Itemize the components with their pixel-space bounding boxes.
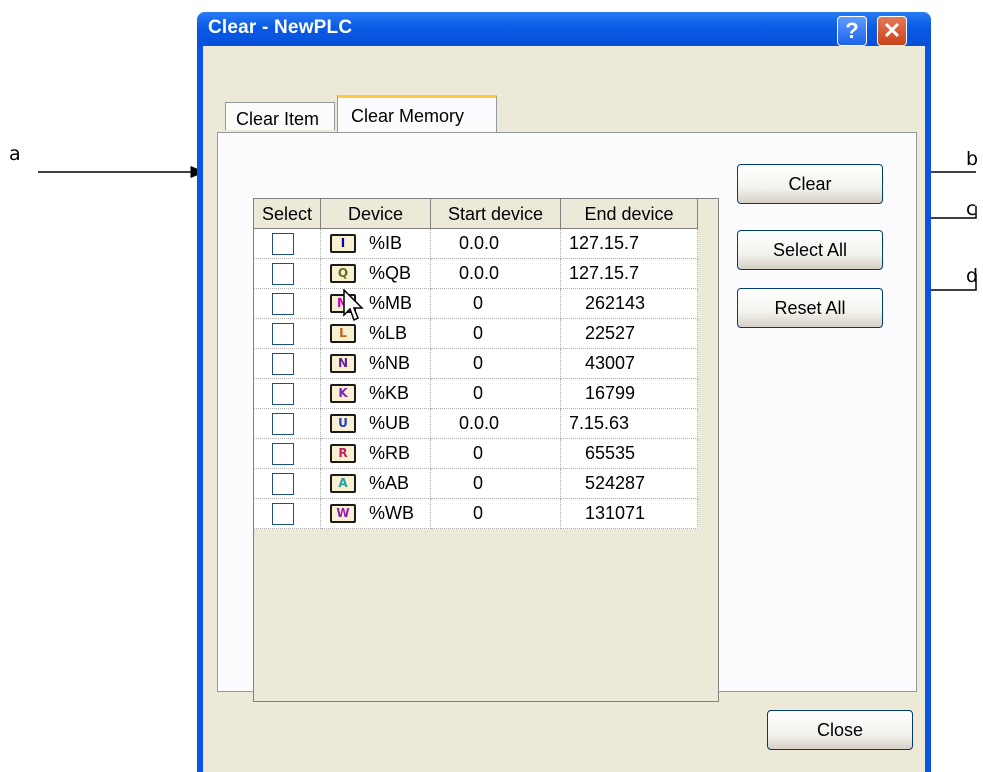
select-cell	[254, 229, 321, 259]
select-checkbox[interactable]	[272, 503, 294, 525]
device-icon: I	[330, 234, 356, 253]
select-checkbox[interactable]	[272, 413, 294, 435]
table-row[interactable]: M %MB 0 262143	[254, 289, 698, 319]
end-device-cell: 131071	[561, 499, 698, 529]
start-device-cell: 0.0.0	[431, 409, 561, 439]
table-row[interactable]: A %AB 0 524287	[254, 469, 698, 499]
device-cell: M %MB	[321, 289, 431, 319]
select-checkbox[interactable]	[272, 293, 294, 315]
start-device-cell: 0	[431, 469, 561, 499]
select-cell	[254, 379, 321, 409]
device-name: %IB	[369, 233, 403, 253]
mouse-cursor-icon	[343, 289, 364, 322]
device-cell: K %KB	[321, 379, 431, 409]
select-checkbox[interactable]	[272, 353, 294, 375]
device-icon: A	[330, 474, 356, 493]
end-device-cell: 43007	[561, 349, 698, 379]
column-header-start-device[interactable]: Start device	[431, 199, 561, 229]
help-icon[interactable]: ?	[837, 16, 867, 46]
select-cell	[254, 439, 321, 469]
device-grid[interactable]: Select Device Start device End device I%…	[253, 198, 719, 702]
tab-clear-item[interactable]: Clear Item	[225, 102, 335, 130]
start-device-cell: 0	[431, 349, 561, 379]
device-cell: Q %QB	[321, 259, 431, 289]
end-device-cell: 22527	[561, 319, 698, 349]
table-row[interactable]: K %KB 0 16799	[254, 379, 698, 409]
select-cell	[254, 409, 321, 439]
device-cell: U %UB	[321, 409, 431, 439]
device-icon: K	[330, 384, 356, 403]
select-checkbox[interactable]	[272, 443, 294, 465]
dialog-window: Clear - NewPLC ? ✕ Clear Item Clear Memo…	[197, 12, 931, 772]
device-icon: W	[330, 504, 356, 523]
device-icon: L	[330, 324, 356, 343]
select-checkbox[interactable]	[272, 323, 294, 345]
end-device-cell: 127.15.7	[561, 259, 698, 289]
start-device-cell: 0	[431, 439, 561, 469]
table-row[interactable]: W %WB 0 131071	[254, 499, 698, 529]
dialog-client-area: Clear Item Clear Memory Select Device St…	[203, 46, 925, 772]
device-name: %QB	[369, 263, 412, 283]
start-device-cell: 0	[431, 289, 561, 319]
select-cell	[254, 499, 321, 529]
start-device-cell: 0	[431, 379, 561, 409]
device-cell: L %LB	[321, 319, 431, 349]
start-device-cell: 0	[431, 499, 561, 529]
table-row[interactable]: Q %QB 0.0.0 127.15.7	[254, 259, 698, 289]
select-all-button[interactable]: Select All	[737, 230, 883, 270]
device-name: %RB	[369, 443, 411, 463]
device-name: %WB	[369, 503, 414, 523]
reset-all-button[interactable]: Reset All	[737, 288, 883, 328]
select-cell	[254, 289, 321, 319]
device-icon: N	[330, 354, 356, 373]
device-cell: R %RB	[321, 439, 431, 469]
end-device-cell: 65535	[561, 439, 698, 469]
clear-button[interactable]: Clear	[737, 164, 883, 204]
end-device-cell: 16799	[561, 379, 698, 409]
select-checkbox[interactable]	[272, 383, 294, 405]
window-title: Clear - NewPLC	[208, 17, 353, 38]
end-device-cell: 127.15.7	[561, 229, 698, 259]
close-button[interactable]: Close	[767, 710, 913, 750]
select-checkbox[interactable]	[272, 233, 294, 255]
device-name: %MB	[369, 293, 413, 313]
table-row[interactable]: U %UB 0.0.0 7.15.63	[254, 409, 698, 439]
select-checkbox[interactable]	[272, 473, 294, 495]
device-name: %LB	[369, 323, 408, 343]
table-row[interactable]: I %IB 0.0.0 127.15.7	[254, 229, 698, 259]
device-icon: R	[330, 444, 356, 463]
start-device-cell: 0	[431, 319, 561, 349]
device-cell: W %WB	[321, 499, 431, 529]
select-cell	[254, 319, 321, 349]
end-device-cell: 524287	[561, 469, 698, 499]
table-row[interactable]: L %LB 0 22527	[254, 319, 698, 349]
column-header-end-device[interactable]: End device	[561, 199, 698, 229]
column-header-select[interactable]: Select	[254, 199, 321, 229]
start-device-cell: 0.0.0	[431, 229, 561, 259]
title-bar[interactable]: Clear - NewPLC ? ✕	[197, 12, 931, 46]
select-checkbox[interactable]	[272, 263, 294, 285]
close-icon[interactable]: ✕	[877, 16, 907, 46]
column-header-device[interactable]: Device	[321, 199, 431, 229]
tab-clear-memory[interactable]: Clear Memory	[337, 95, 497, 132]
device-cell: N %NB	[321, 349, 431, 379]
start-device-cell: 0.0.0	[431, 259, 561, 289]
table-row[interactable]: R %RB 0 65535	[254, 439, 698, 469]
end-device-cell: 262143	[561, 289, 698, 319]
device-name: %UB	[369, 413, 411, 433]
table-row[interactable]: N %NB 0 43007	[254, 349, 698, 379]
device-icon: Q	[330, 264, 356, 283]
select-cell	[254, 469, 321, 499]
device-cell: A %AB	[321, 469, 431, 499]
device-icon: U	[330, 414, 356, 433]
select-cell	[254, 259, 321, 289]
device-name: %AB	[369, 473, 410, 493]
device-cell: I %IB	[321, 229, 431, 259]
select-cell	[254, 349, 321, 379]
end-device-cell: 7.15.63	[561, 409, 698, 439]
device-name: %KB	[369, 383, 410, 403]
device-name: %NB	[369, 353, 411, 373]
